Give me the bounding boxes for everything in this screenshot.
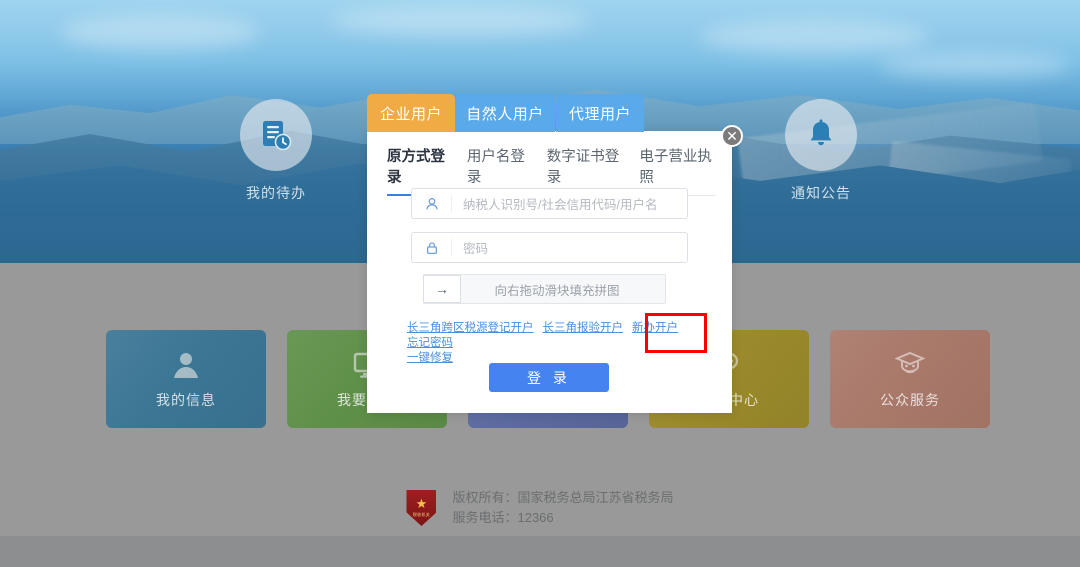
service-card-label: 我的信息: [156, 392, 216, 408]
link-inspection-account[interactable]: 长三角报验开户: [543, 322, 624, 334]
link-new-account[interactable]: 新办开户: [632, 322, 678, 334]
password-field-wrapper[interactable]: 密码: [411, 232, 688, 263]
tax-emblem-icon: ★ 税收机关: [406, 490, 437, 526]
cloud-decor: [330, 6, 590, 36]
lock-icon: [412, 239, 452, 256]
service-card-public-service[interactable]: 公众服务: [830, 330, 990, 428]
banner-feature-label: 通知公告: [791, 185, 851, 201]
footer-text-block: 版权所有：国家税务总局江苏省税务局 服务电话：12366: [452, 488, 673, 528]
username-field-wrapper[interactable]: 纳税人识别号/社会信用代码/用户名: [411, 188, 688, 219]
cloud-decor: [880, 52, 1070, 78]
footer-hotline: 服务电话：12366: [452, 510, 554, 525]
page-root: 我的待办 通知公告 我的信息 公众服务 ★ 税收机关 版权所有：国家税务总局江苏…: [0, 0, 1080, 567]
slider-captcha[interactable]: → 向右拖动滑块填充拼图: [423, 274, 666, 304]
banner-feature-notice[interactable]: 通知公告: [746, 99, 896, 203]
arrow-right-icon[interactable]: →: [423, 275, 461, 303]
link-one-click-repair[interactable]: 一键修复: [407, 352, 453, 364]
service-card-label: 公众服务: [880, 392, 940, 408]
graduate-icon: [894, 351, 926, 374]
tab-agent-user[interactable]: 代理用户: [556, 94, 644, 132]
emblem-label: 税收机关: [412, 511, 431, 517]
login-helper-links: 长三角跨区税源登记开户 长三角报验开户 新办开户忘记密码一键修复: [407, 321, 707, 366]
tab-natural-person-user[interactable]: 自然人用户: [455, 94, 555, 132]
footer-copyright: 版权所有：国家税务总局江苏省税务局: [452, 490, 674, 505]
banner-feature-label: 我的待办: [246, 185, 306, 201]
password-input-placeholder: 密码: [463, 242, 489, 256]
username-input-placeholder: 纳税人识别号/社会信用代码/用户名: [463, 198, 658, 212]
user-icon: [174, 353, 198, 378]
banner-feature-todo[interactable]: 我的待办: [201, 99, 351, 203]
tab-enterprise-user[interactable]: 企业用户: [367, 94, 455, 132]
link-forgot-password[interactable]: 忘记密码: [407, 337, 453, 349]
emblem-symbol: ★: [415, 495, 428, 511]
feature-icon-circle: [240, 99, 312, 171]
link-cross-region-registration[interactable]: 长三角跨区税源登记开户: [407, 322, 534, 334]
close-icon[interactable]: ✕: [721, 125, 743, 147]
footer-content: ★ 税收机关 版权所有：国家税务总局江苏省税务局 服务电话：12366: [0, 488, 1080, 528]
login-button[interactable]: 登 录: [489, 363, 609, 392]
login-user-type-tabs: 企业用户 自然人用户 代理用户: [367, 94, 649, 132]
cloud-decor: [60, 14, 260, 50]
cloud-decor: [700, 20, 930, 54]
service-card-my-info[interactable]: 我的信息: [106, 330, 266, 428]
page-footer: ★ 税收机关 版权所有：国家税务总局江苏省税务局 服务电话：12366: [0, 490, 1080, 567]
slider-captcha-text: 向右拖动滑块填充拼图: [494, 283, 620, 298]
document-clock-icon: [263, 121, 292, 151]
bell-icon: [810, 119, 832, 146]
user-icon: [412, 195, 452, 212]
login-modal: 原方式登录 用户名登录 数字证书登录 电子营业执照 纳税人识别号/社会信用代码/…: [367, 131, 732, 413]
feature-icon-circle: [785, 99, 857, 171]
